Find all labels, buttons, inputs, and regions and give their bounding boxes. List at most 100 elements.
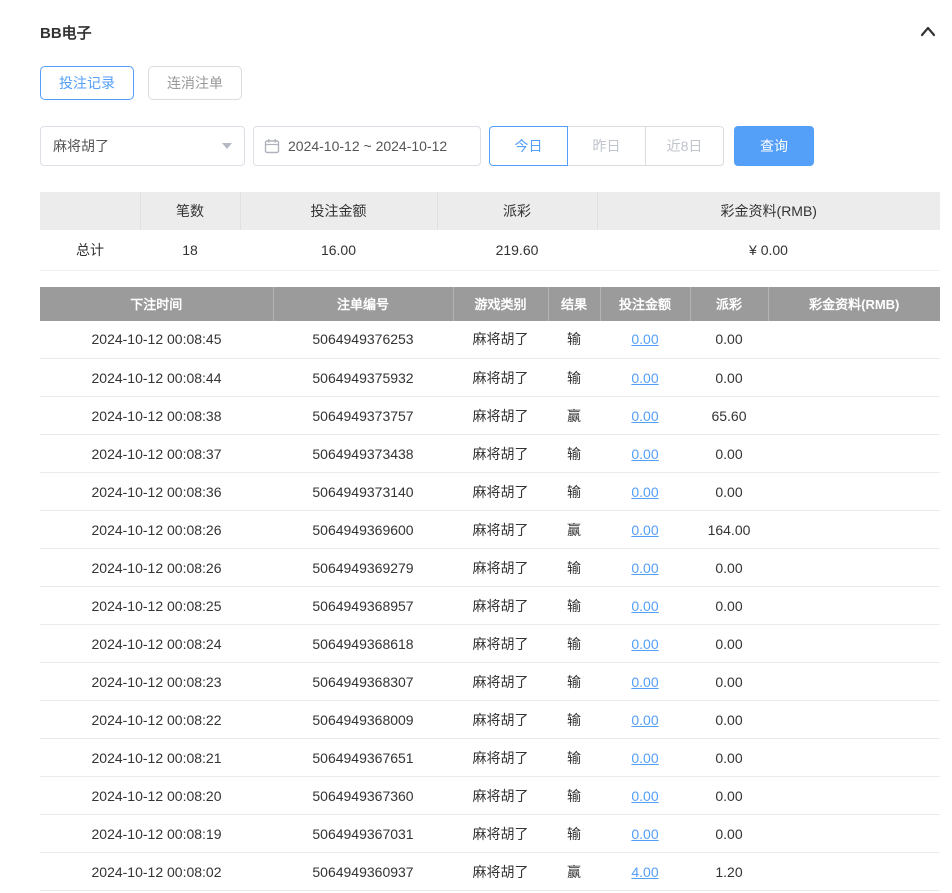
cell-result: 输 — [548, 320, 600, 359]
cell-bet-amount: 0.00 — [600, 776, 690, 815]
column-header: 游戏类别 — [453, 286, 549, 321]
bet-amount-link[interactable]: 0.00 — [631, 331, 658, 347]
cell-bonus — [768, 396, 940, 435]
cell-order-id: 5064949368618 — [273, 624, 453, 663]
tab-bet-records[interactable]: 投注记录 — [40, 66, 134, 100]
bet-amount-link[interactable]: 0.00 — [631, 484, 658, 500]
cell-bet-amount: 0.00 — [600, 624, 690, 663]
cell-bet-time: 2024-10-12 00:08:38 — [40, 396, 273, 435]
bet-amount-link[interactable]: 0.00 — [631, 370, 658, 386]
cell-order-id: 5064949375932 — [273, 358, 453, 397]
cell-bonus — [768, 472, 940, 511]
summary-payout: 219.60 — [437, 230, 597, 271]
table-row: 2024-10-12 00:08:25 5064949368957 麻将胡了输 0.0… — [40, 586, 940, 625]
chevron-down-icon — [222, 143, 232, 149]
cell-bet-time: 2024-10-12 00:08:19 — [40, 814, 273, 853]
cell-result: 赢 — [548, 396, 600, 435]
summary-header-cell — [40, 192, 141, 230]
search-button[interactable]: 查询 — [734, 126, 814, 166]
bet-amount-link[interactable]: 0.00 — [631, 712, 658, 728]
cell-payout: 164.00 — [690, 510, 768, 549]
cell-order-id: 5064949360937 — [273, 852, 453, 891]
bet-amount-link[interactable]: 0.00 — [631, 750, 658, 766]
game-select-value: 麻将胡了 — [53, 138, 109, 154]
column-header: 注单编号 — [273, 286, 454, 321]
tab-cancelled-orders[interactable]: 连消注单 — [148, 66, 242, 100]
cell-bet-time: 2024-10-12 00:08:25 — [40, 586, 273, 625]
bet-amount-link[interactable]: 4.00 — [631, 864, 658, 880]
cell-payout: 0.00 — [690, 434, 768, 473]
column-header: 彩金资料(RMB) — [768, 286, 940, 321]
table-row: 2024-10-12 00:08:24 5064949368618 麻将胡了输 0.0… — [40, 624, 940, 663]
cell-payout: 0.00 — [690, 320, 768, 359]
cell-result: 输 — [548, 738, 600, 777]
cell-bonus — [768, 852, 940, 891]
column-header: 结果 — [548, 286, 601, 321]
column-header: 派彩 — [690, 286, 769, 321]
cell-payout: 0.00 — [690, 662, 768, 701]
cell-bet-time: 2024-10-12 00:08:21 — [40, 738, 273, 777]
filter-bar: 麻将胡了 2024-10-12 ~ 2024-10-12 今日 昨日 近8日 查… — [40, 126, 940, 166]
date-range-value: 2024-10-12 ~ 2024-10-12 — [288, 138, 448, 154]
cell-order-id: 5064949369600 — [273, 510, 453, 549]
summary-header-cell: 彩金资料(RMB) — [597, 192, 940, 230]
calendar-icon — [264, 139, 280, 154]
cell-game-type: 麻将胡了 — [453, 396, 548, 435]
cell-game-type: 麻将胡了 — [453, 320, 548, 359]
table-row: 2024-10-12 00:08:26 5064949369279 麻将胡了输 0.0… — [40, 548, 940, 587]
cell-bonus — [768, 548, 940, 587]
cell-game-type: 麻将胡了 — [453, 472, 548, 511]
cell-bet-amount: 4.00 — [600, 852, 690, 891]
bet-amount-link[interactable]: 0.00 — [631, 522, 658, 538]
quick-filter-today[interactable]: 今日 — [489, 126, 568, 166]
table-row: 2024-10-12 00:08:23 5064949368307 麻将胡了输 0.0… — [40, 662, 940, 701]
bet-amount-link[interactable]: 0.00 — [631, 636, 658, 652]
cell-bet-amount: 0.00 — [600, 396, 690, 435]
cell-bet-time: 2024-10-12 00:08:44 — [40, 358, 273, 397]
date-range-input[interactable]: 2024-10-12 ~ 2024-10-12 — [253, 126, 481, 166]
cell-bet-time: 2024-10-12 00:08:20 — [40, 776, 273, 815]
quick-filter-yesterday[interactable]: 昨日 — [567, 126, 646, 166]
bet-record-panel: BB电子 投注记录 连消注单 麻将胡了 2024-10-12 ~ 2024-10… — [40, 0, 940, 893]
cell-bet-time: 2024-10-12 00:08:45 — [40, 320, 273, 359]
table-row: 2024-10-12 00:08:21 5064949367651 麻将胡了输 0.0… — [40, 738, 940, 777]
bet-amount-link[interactable]: 0.00 — [631, 674, 658, 690]
cell-bonus — [768, 434, 940, 473]
cell-result: 输 — [548, 434, 600, 473]
cell-result: 输 — [548, 814, 600, 853]
cell-bet-time: 2024-10-12 00:08:23 — [40, 662, 273, 701]
cell-payout: 0.00 — [690, 814, 768, 853]
bet-table-header-row: 下注时间 注单编号 游戏类别 结果 投注金额 派彩 彩金资料(RMB) — [40, 286, 940, 321]
bet-amount-link[interactable]: 0.00 — [631, 788, 658, 804]
cell-bet-time: 2024-10-12 00:08:37 — [40, 434, 273, 473]
cell-result: 输 — [548, 624, 600, 663]
cell-result: 赢 — [548, 852, 600, 891]
summary-bet-amount: 16.00 — [240, 230, 437, 271]
cell-payout: 0.00 — [690, 776, 768, 815]
bet-amount-link[interactable]: 0.00 — [631, 598, 658, 614]
cell-bet-time: 2024-10-12 00:08:02 — [40, 852, 273, 891]
cell-bet-amount: 0.00 — [600, 320, 690, 359]
game-select[interactable]: 麻将胡了 — [40, 126, 245, 166]
cell-payout: 0.00 — [690, 624, 768, 663]
bet-amount-link[interactable]: 0.00 — [631, 446, 658, 462]
cell-order-id: 5064949373140 — [273, 472, 453, 511]
cell-payout: 0.00 — [690, 738, 768, 777]
table-row: 2024-10-12 00:08:20 5064949367360 麻将胡了输 0.0… — [40, 776, 940, 815]
cell-order-id: 5064949376253 — [273, 320, 453, 359]
cell-order-id: 5064949367651 — [273, 738, 453, 777]
cell-bonus — [768, 700, 940, 739]
cell-bet-amount: 0.00 — [600, 510, 690, 549]
cell-result: 输 — [548, 548, 600, 587]
quick-filter-last8days[interactable]: 近8日 — [645, 126, 724, 166]
bet-amount-link[interactable]: 0.00 — [631, 826, 658, 842]
collapse-button[interactable] — [916, 20, 940, 44]
cell-result: 输 — [548, 586, 600, 625]
cell-result: 输 — [548, 472, 600, 511]
cell-bet-amount: 0.00 — [600, 358, 690, 397]
bet-amount-link[interactable]: 0.00 — [631, 560, 658, 576]
summary-header-cell: 投注金额 — [240, 192, 438, 230]
bet-amount-link[interactable]: 0.00 — [631, 408, 658, 424]
summary-header-cell: 笔数 — [140, 192, 241, 230]
bet-table-body: 2024-10-12 00:08:45 5064949376253 麻将胡了输 0.0… — [40, 320, 940, 893]
